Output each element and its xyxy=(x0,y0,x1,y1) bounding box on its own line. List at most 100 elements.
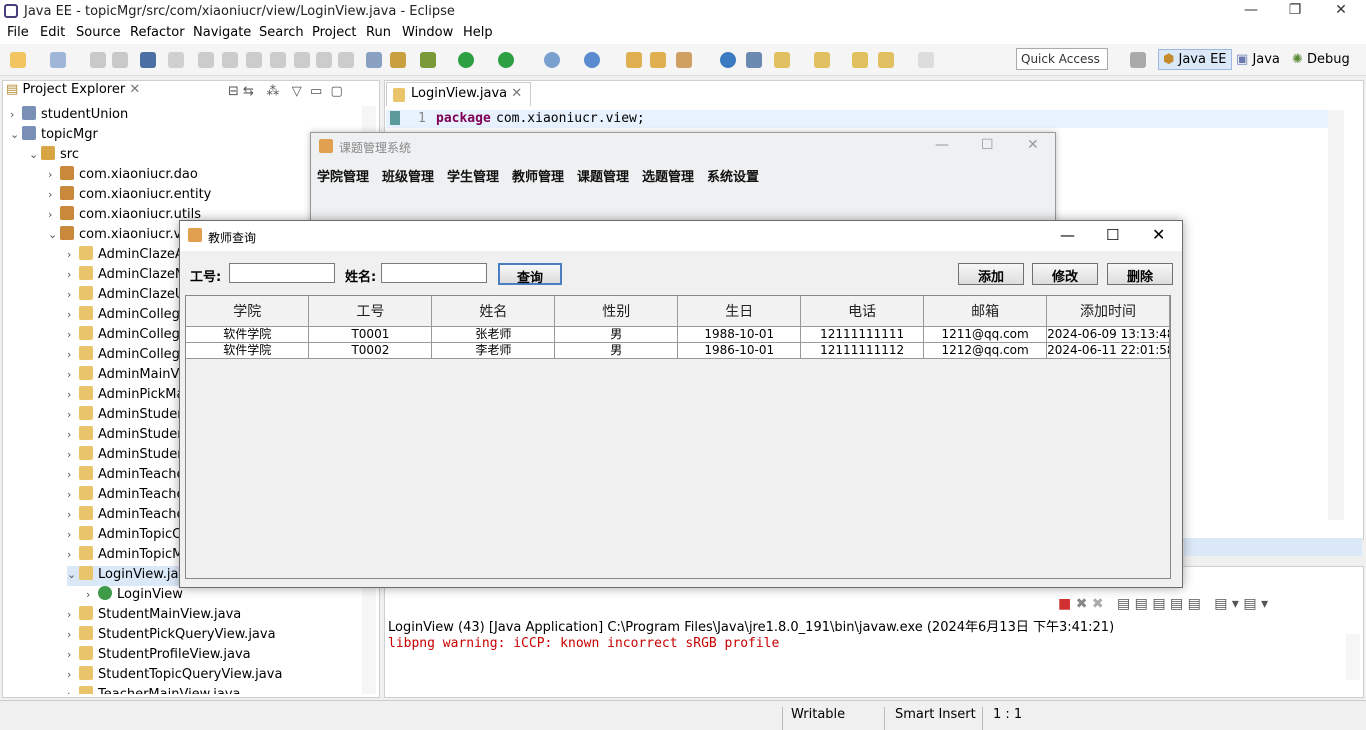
code-line-1[interactable]: 1 package com.xiaoniucr.view; xyxy=(386,110,1328,128)
tree-item[interactable]: › com.xiaoniucr.entity xyxy=(48,186,211,206)
menu-edit[interactable]: Edit xyxy=(40,25,65,40)
menu-refactor[interactable]: Refactor xyxy=(130,25,185,40)
column-header[interactable]: 学院 xyxy=(186,296,310,327)
menu-class[interactable]: 班级管理 xyxy=(382,166,434,185)
table-cell[interactable]: 1211@qq.com xyxy=(923,326,1048,343)
restore-icon[interactable]: ❐ xyxy=(1280,2,1310,22)
menu-project[interactable]: Project xyxy=(312,25,356,40)
teacher-name-input[interactable] xyxy=(381,263,487,283)
expand-arrow-icon[interactable]: › xyxy=(67,448,79,461)
maximize-icon[interactable]: ☐ xyxy=(1106,226,1119,244)
expand-arrow-icon[interactable]: › xyxy=(67,468,79,481)
expand-arrow-icon[interactable]: › xyxy=(48,208,60,221)
suspend-icon[interactable] xyxy=(222,52,238,68)
column-header[interactable]: 添加时间 xyxy=(1046,296,1170,327)
run-server-icon[interactable] xyxy=(498,52,514,68)
column-header[interactable]: 性别 xyxy=(554,296,679,327)
expand-arrow-icon[interactable]: › xyxy=(86,588,98,601)
editor-scrollbar[interactable] xyxy=(1328,110,1344,520)
expand-arrow-icon[interactable]: › xyxy=(67,368,79,381)
table-row[interactable]: 软件学院 T0001 张老师男 1988-10-01 12111111111 1211@q… xyxy=(186,326,1170,343)
tree-item[interactable]: › StudentProfileView.java xyxy=(67,646,251,666)
use-step-filters-icon[interactable] xyxy=(366,52,382,68)
disconnect-icon[interactable] xyxy=(270,52,286,68)
quick-access-input[interactable]: Quick Access xyxy=(1016,48,1108,70)
expand-arrow-icon[interactable]: › xyxy=(67,308,79,321)
expand-arrow-icon[interactable]: ⌄ xyxy=(67,568,79,581)
minimize-icon[interactable]: — xyxy=(1236,2,1266,22)
tree-item[interactable]: › LoginView xyxy=(86,586,183,606)
table-cell[interactable]: 1212@qq.com xyxy=(923,342,1048,359)
new-server-icon[interactable] xyxy=(544,52,560,68)
next-annotation-icon[interactable] xyxy=(774,52,790,68)
table-cell[interactable]: 2024-06-09 13:13:48 xyxy=(1046,326,1170,343)
perspective-java-ee[interactable]: ⬢ Java EE xyxy=(1158,49,1232,70)
tree-item[interactable]: › StudentPickQueryView.java xyxy=(67,626,276,646)
back-icon[interactable] xyxy=(878,52,894,68)
tree-item[interactable]: › StudentMainView.java xyxy=(67,606,241,626)
prev-annotation-icon[interactable] xyxy=(814,52,830,68)
tree-item[interactable]: › StudentTopicQueryView.java xyxy=(67,666,282,686)
menu-college[interactable]: 学院管理 xyxy=(317,166,369,185)
table-cell[interactable]: 软件学院 xyxy=(186,326,310,343)
table-cell[interactable]: 1986-10-01 xyxy=(677,342,802,359)
table-cell[interactable]: 12111111112 xyxy=(800,342,925,359)
open-type-icon[interactable] xyxy=(626,52,642,68)
expand-arrow-icon[interactable]: › xyxy=(67,548,79,561)
edit-button[interactable]: 修改 xyxy=(1032,263,1098,285)
save-all-icon[interactable] xyxy=(112,52,128,68)
menu-student[interactable]: 学生管理 xyxy=(447,166,499,185)
menu-topic[interactable]: 课题管理 xyxy=(577,166,629,185)
step-over-icon[interactable] xyxy=(316,52,332,68)
run-icon[interactable] xyxy=(458,52,474,68)
open-task-icon[interactable] xyxy=(390,52,406,68)
expand-arrow-icon[interactable]: › xyxy=(67,628,79,641)
expand-arrow-icon[interactable]: › xyxy=(67,528,79,541)
step-into-icon[interactable] xyxy=(294,52,310,68)
expand-arrow-icon[interactable]: › xyxy=(48,188,60,201)
expand-arrow-icon[interactable]: ⌄ xyxy=(10,128,22,141)
expand-arrow-icon[interactable]: ⌄ xyxy=(29,148,41,161)
new-web-icon[interactable] xyxy=(584,52,600,68)
table-cell[interactable]: T0002 xyxy=(308,342,433,359)
tree-item[interactable]: ⌄ src xyxy=(29,146,79,166)
table-cell[interactable]: T0001 xyxy=(308,326,433,343)
table-cell[interactable]: 2024-06-11 22:01:58 xyxy=(1046,342,1170,359)
expand-arrow-icon[interactable]: › xyxy=(67,268,79,281)
perspective-java[interactable]: ▣ Java xyxy=(1236,52,1280,67)
tree-item[interactable]: ⌄ topicMgr xyxy=(10,126,98,146)
open-perspective-icon[interactable] xyxy=(1130,52,1146,68)
menu-search[interactable]: Search xyxy=(259,25,304,40)
editor-tab-loginview[interactable]: LoginView.java ✕ xyxy=(386,82,532,106)
menu-run[interactable]: Run xyxy=(366,25,391,40)
expand-arrow-icon[interactable]: › xyxy=(67,668,79,681)
table-cell[interactable]: 男 xyxy=(554,342,679,359)
open-folder-icon[interactable] xyxy=(650,52,666,68)
column-header[interactable]: 邮箱 xyxy=(923,296,1048,327)
remove-all-icon[interactable]: ✖ xyxy=(1092,596,1104,612)
tree-item[interactable]: › TeacherMainView.java xyxy=(67,686,241,694)
expand-arrow-icon[interactable]: › xyxy=(67,408,79,421)
minimize-icon[interactable]: — xyxy=(935,137,949,153)
tree-item[interactable]: › com.xiaoniucr.dao xyxy=(48,166,198,186)
tree-item[interactable]: › studentUnion xyxy=(10,106,128,126)
table-row[interactable]: 软件学院 T0002 李老师男 1986-10-01 12111111112 1212@q… xyxy=(186,342,1170,359)
annotation-icon[interactable] xyxy=(746,52,762,68)
menu-navigate[interactable]: Navigate xyxy=(193,25,251,40)
pen-icon[interactable] xyxy=(676,52,692,68)
expand-arrow-icon[interactable]: › xyxy=(67,388,79,401)
column-header[interactable]: 姓名 xyxy=(431,296,556,327)
teacher-id-input[interactable] xyxy=(229,263,335,283)
expand-arrow-icon[interactable]: › xyxy=(67,608,79,621)
console-icon[interactable] xyxy=(140,52,156,68)
menu-teacher[interactable]: 教师管理 xyxy=(512,166,564,185)
expand-arrow-icon[interactable]: › xyxy=(67,688,79,694)
close-icon[interactable]: ✕ xyxy=(1152,225,1165,244)
expand-arrow-icon[interactable]: › xyxy=(10,108,22,121)
remove-launch-icon[interactable]: ✖ xyxy=(1076,596,1088,612)
expand-arrow-icon[interactable]: › xyxy=(67,328,79,341)
menu-help[interactable]: Help xyxy=(463,25,493,40)
table-cell[interactable]: 1988-10-01 xyxy=(677,326,802,343)
close-icon[interactable]: ✕ xyxy=(1027,137,1039,153)
perspective-debug[interactable]: ✺ Debug xyxy=(1292,52,1350,67)
